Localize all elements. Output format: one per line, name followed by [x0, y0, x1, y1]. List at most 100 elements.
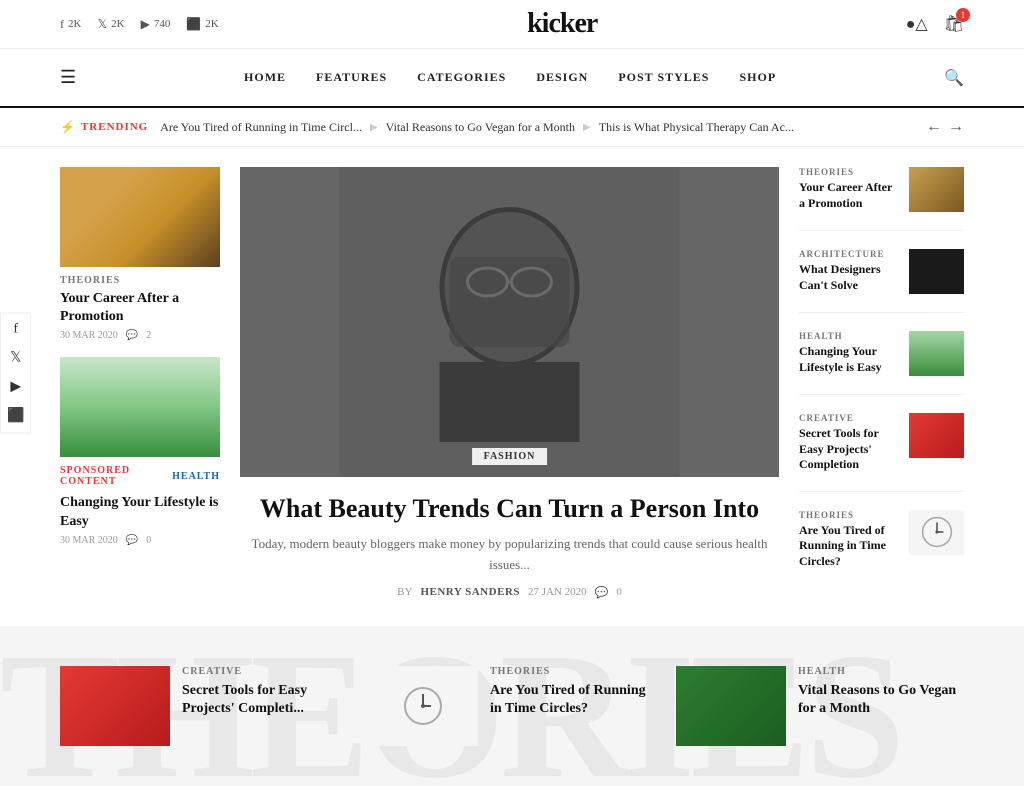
trending-item-1[interactable]: Are You Tired of Running in Time Circl..… [160, 120, 362, 135]
sidebar-article-1-category: THEORIES [799, 167, 899, 177]
nav-design[interactable]: DESIGN [536, 52, 588, 103]
social-sidebar: f 𝕏 ▶ ⬛ [0, 312, 31, 433]
sidebar-article-1-text: THEORIES Your Career After a Promotion [799, 167, 899, 211]
sidebar-article-2-image[interactable] [909, 249, 964, 294]
twitter-side-icon[interactable]: 𝕏 [10, 349, 21, 366]
nav-categories[interactable]: CATEGORIES [417, 52, 506, 103]
comment-icon-1: 💬 [126, 330, 138, 341]
left-article-1-comments: 2 [146, 330, 151, 341]
left-article-1-image[interactable] [60, 167, 220, 267]
left-article-1: THEORIES Your Career After a Promotion 3… [60, 167, 220, 341]
twitter-count[interactable]: 𝕏 2K [97, 17, 124, 32]
comment-icon-2: 💬 [126, 535, 138, 546]
hamburger-menu[interactable]: ☰ [60, 49, 76, 106]
sidebar-article-1-image[interactable] [909, 167, 964, 212]
nav-post-styles[interactable]: POST STYLES [618, 52, 709, 103]
main-nav: HOME FEATURES CATEGORIES DESIGN POST STY… [244, 52, 776, 103]
cart-badge: 1 [956, 8, 970, 22]
user-icon[interactable]: ●△ [906, 14, 928, 34]
sidebar-article-3-category: HEALTH [799, 331, 899, 341]
instagram-side-icon[interactable]: ⬛ [7, 407, 24, 424]
youtube-label: 740 [154, 18, 171, 30]
youtube-count[interactable]: ▶ 740 [141, 17, 171, 32]
twitter-label: 2K [111, 18, 124, 30]
left-article-2-comments: 0 [146, 535, 151, 546]
feature-image[interactable]: FASHION [240, 167, 779, 477]
left-article-2: SPONSORED CONTENT HEALTH Changing Your L… [60, 357, 220, 545]
left-article-2-title[interactable]: Changing Your Lifestyle is Easy [60, 494, 220, 530]
feature-image-inner [240, 167, 779, 477]
sidebar-article-5: THEORIES Are You Tired of Running in Tim… [799, 510, 964, 588]
bottom-card-2: THEORIES Are You Tired of Running in Tim… [368, 666, 656, 746]
trending-prev[interactable]: ← [926, 118, 942, 136]
instagram-icon: ⬛ [186, 17, 201, 32]
feature-date: 27 JAN 2020 [528, 586, 587, 598]
left-article-2-categories: SPONSORED CONTENT HEALTH [60, 457, 220, 491]
sidebar-article-3-title[interactable]: Changing Your Lifestyle is Easy [799, 344, 899, 375]
feature-title[interactable]: What Beauty Trends Can Turn a Person Int… [240, 493, 779, 524]
bottom-card-3-image[interactable] [676, 666, 786, 746]
sidebar-article-5-title[interactable]: Are You Tired of Running in Time Circles… [799, 523, 899, 570]
bottom-card-1-title[interactable]: Secret Tools for Easy Projects' Completi… [182, 682, 348, 718]
bottom-card-1-category: CREATIVE [182, 666, 348, 677]
sidebar-article-4-title[interactable]: Secret Tools for Easy Projects' Completi… [799, 426, 899, 473]
facebook-side-icon[interactable]: f [13, 321, 18, 337]
trending-item-2[interactable]: Vital Reasons to Go Vegan for a Month [386, 120, 575, 135]
trending-bar: ⚡ TRENDING Are You Tired of Running in T… [0, 108, 1024, 147]
youtube-side-icon[interactable]: ▶ [10, 378, 21, 395]
sidebar-article-4: CREATIVE Secret Tools for Easy Projects'… [799, 413, 964, 492]
sidebar-article-4-image[interactable] [909, 413, 964, 458]
right-sidebar: THEORIES Your Career After a Promotion A… [799, 167, 964, 606]
trending-items: Are You Tired of Running in Time Circl..… [160, 120, 914, 135]
search-button[interactable]: 🔍 [944, 50, 964, 106]
feature-comments: 0 [616, 586, 622, 598]
nav-features[interactable]: FEATURES [316, 52, 387, 103]
left-column: THEORIES Your Career After a Promotion 3… [60, 167, 220, 606]
left-article-2-date: 30 MAR 2020 [60, 535, 118, 546]
trending-item-3[interactable]: This is What Physical Therapy Can Ac... [599, 120, 794, 135]
bottom-card-3-title[interactable]: Vital Reasons to Go Vegan for a Month [798, 682, 964, 718]
trending-nav: ← → [926, 118, 964, 136]
bottom-card-2-text: THEORIES Are You Tired of Running in Tim… [490, 666, 656, 718]
instagram-count[interactable]: ⬛ 2K [186, 17, 218, 32]
feature-author[interactable]: HENRY SANDERS [420, 586, 520, 598]
nav-home[interactable]: HOME [244, 52, 286, 103]
bottom-card-2-category: THEORIES [490, 666, 656, 677]
twitter-icon: 𝕏 [97, 17, 107, 32]
instagram-label: 2K [205, 18, 218, 30]
left-article-1-meta: 30 MAR 2020 💬 2 [60, 330, 220, 341]
nav-bar: ☰ HOME FEATURES CATEGORIES DESIGN POST S… [0, 49, 1024, 108]
left-article-2-meta: 30 MAR 2020 💬 0 [60, 535, 220, 546]
bottom-card-2-image[interactable] [368, 666, 478, 746]
bottom-card-1: CREATIVE Secret Tools for Easy Projects'… [60, 666, 348, 746]
bottom-card-2-title[interactable]: Are You Tired of Running in Time Circles… [490, 682, 656, 718]
facebook-count[interactable]: f 2K [60, 17, 81, 32]
social-counts: f 2K 𝕏 2K ▶ 740 ⬛ 2K [60, 17, 219, 32]
comment-icon-feature: 💬 [595, 586, 609, 599]
sidebar-article-2-title[interactable]: What Designers Can't Solve [799, 262, 899, 293]
left-article-2-image[interactable] [60, 357, 220, 457]
trending-sep-1: ▶ [370, 122, 378, 133]
nav-shop[interactable]: SHOP [739, 52, 776, 103]
bottom-card-3-category: HEALTH [798, 666, 964, 677]
main-content: THEORIES Your Career After a Promotion 3… [0, 147, 1024, 626]
sidebar-article-1-title[interactable]: Your Career After a Promotion [799, 180, 899, 211]
bottom-card-1-image[interactable] [60, 666, 170, 746]
feature-article: FASHION What Beauty Trends Can Turn a Pe… [240, 167, 779, 606]
bottom-cards: CREATIVE Secret Tools for Easy Projects'… [60, 666, 964, 746]
site-logo[interactable]: kicker [527, 8, 597, 40]
feature-byline: BY HENRY SANDERS 27 JAN 2020 💬 0 [240, 586, 779, 599]
cart-icon[interactable]: 🛍 1 [944, 14, 964, 34]
feature-image-svg [240, 167, 779, 477]
social-bar: f 2K 𝕏 2K ▶ 740 ⬛ 2K kicker ●△ 🛍 1 [0, 0, 1024, 49]
trending-sep-2: ▶ [583, 122, 591, 133]
left-article-1-category: THEORIES [60, 275, 220, 286]
sidebar-article-3-text: HEALTH Changing Your Lifestyle is Easy [799, 331, 899, 375]
left-article-2-cat-health: HEALTH [172, 471, 220, 482]
sidebar-article-5-image[interactable] [909, 510, 964, 555]
left-article-1-title[interactable]: Your Career After a Promotion [60, 290, 220, 326]
bolt-icon: ⚡ [60, 120, 76, 135]
feature-description: Today, modern beauty bloggers make money… [240, 534, 779, 576]
sidebar-article-3-image[interactable] [909, 331, 964, 376]
trending-next[interactable]: → [948, 118, 964, 136]
